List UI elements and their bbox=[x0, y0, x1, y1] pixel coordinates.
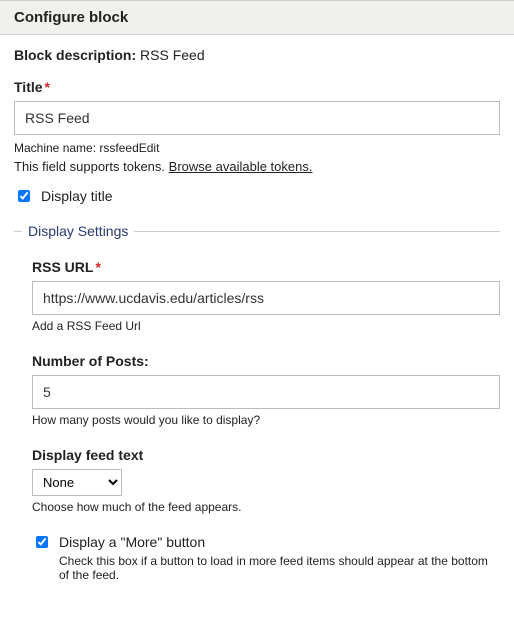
title-input[interactable] bbox=[14, 101, 500, 135]
block-desc-value: RSS Feed bbox=[140, 47, 205, 63]
more-button-row: Display a "More" button Check this box i… bbox=[32, 534, 500, 582]
required-mark: * bbox=[45, 79, 50, 95]
machine-name-value: rssfeedEdit bbox=[99, 141, 159, 155]
title-label: Title* bbox=[14, 79, 500, 95]
rss-url-input[interactable] bbox=[32, 281, 500, 315]
title-group: Title* Machine name: rssfeedEdit This fi… bbox=[14, 79, 500, 174]
rss-url-help: Add a RSS Feed Url bbox=[32, 319, 500, 333]
num-posts-group: Number of Posts: How many posts would yo… bbox=[32, 353, 500, 427]
more-button-text: Display a "More" button Check this box i… bbox=[59, 534, 500, 582]
num-posts-help: How many posts would you like to display… bbox=[32, 413, 500, 427]
feed-text-label: Display feed text bbox=[32, 447, 500, 463]
tokens-help: This field supports tokens. Browse avail… bbox=[14, 159, 500, 174]
fieldset-inner: RSS URL* Add a RSS Feed Url Number of Po… bbox=[14, 253, 500, 582]
required-mark: * bbox=[95, 259, 100, 275]
form-content: Block description: RSS Feed Title* Machi… bbox=[0, 35, 514, 600]
page-title: Configure block bbox=[14, 9, 500, 26]
display-title-checkbox[interactable] bbox=[18, 190, 30, 202]
more-button-label: Display a "More" button bbox=[59, 534, 500, 550]
display-title-row: Display title bbox=[14, 188, 500, 205]
num-posts-label: Number of Posts: bbox=[32, 353, 500, 369]
more-button-help: Check this box if a button to load in mo… bbox=[59, 554, 500, 582]
more-button-checkbox[interactable] bbox=[36, 536, 48, 548]
feed-text-select[interactable]: None bbox=[32, 469, 122, 496]
block-description: Block description: RSS Feed bbox=[14, 47, 500, 63]
header-bar: Configure block bbox=[0, 0, 514, 35]
rss-url-label: RSS URL* bbox=[32, 259, 500, 275]
display-settings-fieldset: Display Settings RSS URL* Add a RSS Feed… bbox=[14, 223, 500, 588]
rss-url-group: RSS URL* Add a RSS Feed Url bbox=[32, 259, 500, 333]
tokens-link[interactable]: Browse available tokens. bbox=[169, 159, 313, 174]
feed-text-group: Display feed text None Choose how much o… bbox=[32, 447, 500, 514]
tokens-text: This field supports tokens. bbox=[14, 159, 165, 174]
display-title-label: Display title bbox=[41, 188, 113, 204]
num-posts-input[interactable] bbox=[32, 375, 500, 409]
block-desc-label: Block description: bbox=[14, 47, 136, 63]
machine-name-label: Machine name: bbox=[14, 141, 96, 155]
feed-text-help: Choose how much of the feed appears. bbox=[32, 500, 500, 514]
machine-name-row: Machine name: rssfeedEdit bbox=[14, 141, 500, 155]
fieldset-legend: Display Settings bbox=[22, 223, 134, 239]
